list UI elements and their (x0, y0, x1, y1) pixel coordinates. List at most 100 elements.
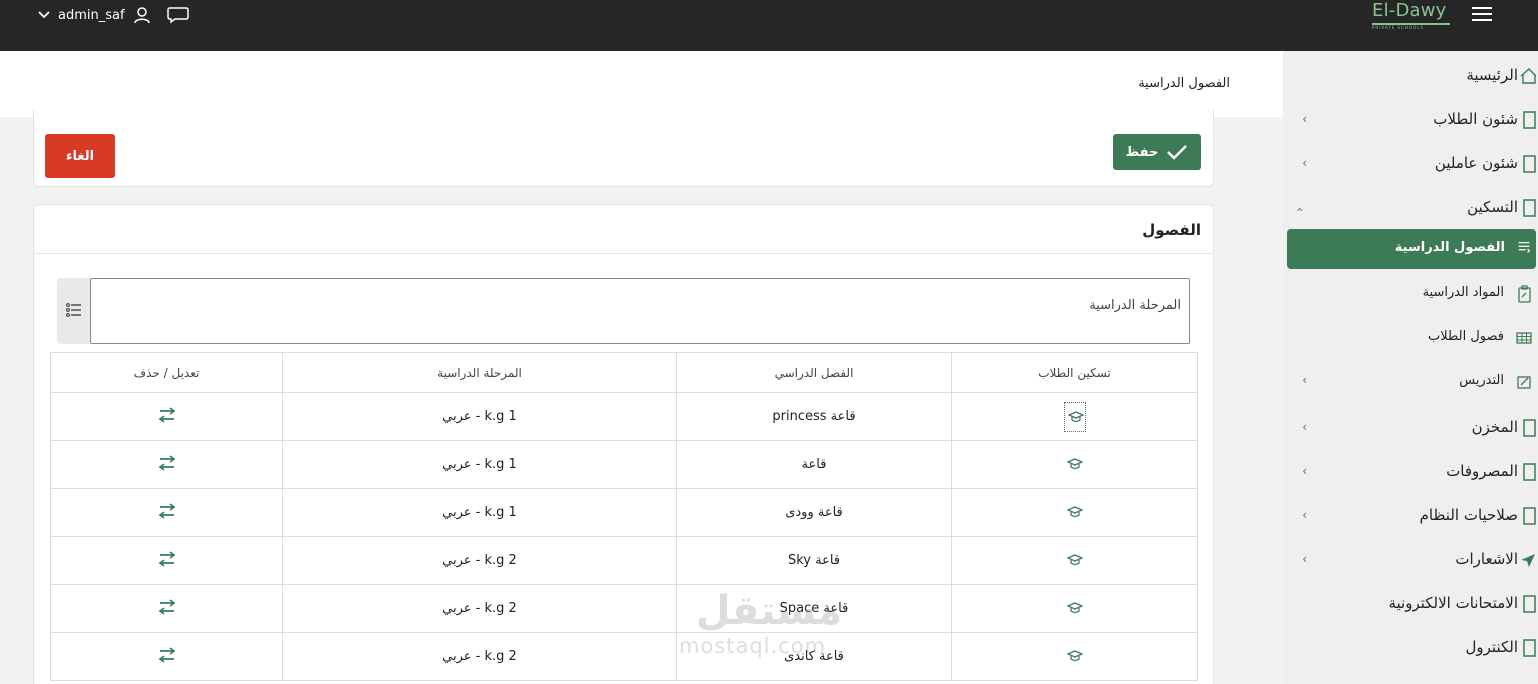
column-header: الفصل الدراسي (676, 352, 952, 393)
home-icon (1520, 68, 1536, 84)
section-title: الفصول (1142, 221, 1201, 239)
sidebar-item-label: الاشعارات (1455, 550, 1518, 568)
stage-cell: k.g 2 - عربي (282, 584, 677, 633)
folder-icon (1523, 419, 1536, 437)
list-icon (1518, 242, 1531, 253)
chevron-down-icon (38, 11, 50, 19)
actions-cell (50, 392, 283, 441)
cancel-button[interactable]: الغاء (45, 134, 115, 178)
page-title: الفصول الدراسية (1138, 76, 1230, 91)
sidebar-item-notifications[interactable]: الاشعارات › (1283, 542, 1538, 578)
brand-name: El-Dawy (1372, 0, 1447, 21)
placement-cell (951, 536, 1198, 585)
stage-select[interactable]: المرحلة الدراسية (90, 278, 1190, 344)
graduation-cap-icon[interactable] (1064, 498, 1086, 528)
stage-cell: k.g 1 - عربي (282, 440, 677, 489)
hamburger-menu-icon[interactable] (1472, 7, 1492, 21)
table-row: قاعة كاندى k.g 2 - عربي (50, 632, 1198, 681)
class-name-cell: قاعة وودى (676, 488, 952, 537)
sidebar-item-label: التدريس (1459, 373, 1504, 388)
sidebar-item-label: التسكين (1467, 198, 1518, 216)
classes-card: الفصول المرحلة الدراسية تسكين الطلاب الف… (33, 204, 1214, 684)
folder-icon (1523, 155, 1536, 173)
swap-arrows-icon[interactable] (158, 646, 176, 667)
user-icon[interactable] (133, 6, 151, 24)
swap-arrows-icon[interactable] (158, 454, 176, 475)
user-menu[interactable]: admin_saf (38, 4, 189, 26)
swap-arrows-icon[interactable] (158, 550, 176, 571)
folder-icon (1523, 595, 1536, 613)
class-name-cell: قاعة Sky (676, 536, 952, 585)
sidebar-item-label: شئون عاملين (1434, 154, 1518, 172)
chevron-down-icon: › (1293, 207, 1307, 212)
sidebar-item-label: الامتحانات الالكترونية (1388, 594, 1518, 612)
save-label: حفظ (1125, 144, 1159, 160)
actions-card: حفظ الغاء (33, 110, 1214, 187)
graduation-cap-icon[interactable] (1063, 401, 1086, 432)
folder-icon (1523, 639, 1536, 657)
check-icon (1167, 145, 1188, 160)
folder-icon (1523, 111, 1536, 129)
page-header: الفصول الدراسية (0, 51, 1283, 117)
column-header: تسكين الطلاب (951, 352, 1198, 393)
sidebar-item-label: فصول الطلاب (1427, 329, 1504, 344)
chevron-left-icon: › (1302, 508, 1307, 522)
list-toggle-button[interactable] (57, 278, 90, 344)
edit-icon (1517, 376, 1531, 389)
column-header: تعديل / حذف (50, 352, 283, 393)
placement-cell (951, 488, 1198, 537)
table-row: قاعة وودى k.g 1 - عربي (50, 488, 1198, 537)
sidebar-item-label: المخزن (1471, 418, 1518, 436)
table-row: قاعة princess k.g 1 - عربي (50, 392, 1198, 441)
cancel-label: الغاء (65, 148, 95, 164)
sidebar-item-expenses[interactable]: المصروفات › (1283, 454, 1538, 490)
actions-cell (50, 440, 283, 489)
chevron-left-icon: › (1302, 420, 1307, 434)
list-icon (66, 303, 81, 317)
actions-cell (50, 632, 283, 681)
sidebar-item-label: الفصول الدراسية (1394, 240, 1505, 255)
sidebar-item-label: شئون الطلاب (1433, 110, 1518, 128)
clipboard-icon (1518, 285, 1531, 303)
chevron-left-icon: › (1302, 552, 1307, 566)
chevron-left-icon: › (1302, 156, 1307, 170)
sidebar: الرئيسية شئون الطلاب › شئون عاملين › الت… (1283, 51, 1538, 684)
sidebar-item-home[interactable]: الرئيسية (1283, 58, 1538, 94)
swap-arrows-icon[interactable] (158, 502, 176, 523)
chat-icon[interactable] (166, 6, 189, 24)
table-icon (1516, 332, 1532, 344)
sidebar-item-permissions[interactable]: صلاحيات النظام › (1283, 498, 1538, 534)
save-button[interactable]: حفظ (1113, 134, 1201, 170)
class-name-cell: قاعة كاندى (676, 632, 952, 681)
sidebar-item-online-exams[interactable]: الامتحانات الالكترونية (1283, 586, 1538, 622)
sidebar-item-teaching[interactable]: التدريس › (1283, 363, 1538, 399)
folder-icon (1523, 199, 1536, 217)
chevron-left-icon: › (1302, 112, 1307, 126)
sidebar-item-store[interactable]: المخزن › (1283, 410, 1538, 446)
table-row: قاعة Sky k.g 2 - عربي (50, 536, 1198, 585)
placement-cell (951, 440, 1198, 489)
stage-cell: k.g 1 - عربي (282, 392, 677, 441)
graduation-cap-icon[interactable] (1064, 450, 1086, 480)
sidebar-item-subjects[interactable]: المواد الدراسية (1283, 275, 1538, 311)
sidebar-item-label: الرئيسية (1466, 66, 1518, 84)
sidebar-item-staff[interactable]: شئون عاملين › (1283, 146, 1538, 182)
sidebar-item-students[interactable]: شئون الطلاب › (1283, 102, 1538, 138)
username: admin_saf (58, 7, 125, 23)
class-name-cell: قاعة Space (676, 584, 952, 633)
graduation-cap-icon[interactable] (1064, 642, 1086, 672)
swap-arrows-icon[interactable] (158, 598, 176, 619)
table-row: قاعة Space k.g 2 - عربي (50, 584, 1198, 633)
stage-cell: k.g 2 - عربي (282, 536, 677, 585)
sidebar-item-student-classes[interactable]: فصول الطلاب (1283, 319, 1538, 355)
sidebar-item-placement[interactable]: التسكين › (1283, 190, 1538, 226)
graduation-cap-icon[interactable] (1064, 594, 1086, 624)
actions-cell (50, 536, 283, 585)
classes-table: تسكين الطلاب الفصل الدراسي المرحلة الدرا… (50, 352, 1198, 681)
placement-cell (951, 584, 1198, 633)
sidebar-item-control[interactable]: الكنترول (1283, 630, 1538, 666)
graduation-cap-icon[interactable] (1064, 546, 1086, 576)
section-divider (34, 253, 1213, 254)
sidebar-item-classes[interactable]: الفصول الدراسية (1287, 229, 1536, 269)
swap-arrows-icon[interactable] (158, 406, 176, 427)
